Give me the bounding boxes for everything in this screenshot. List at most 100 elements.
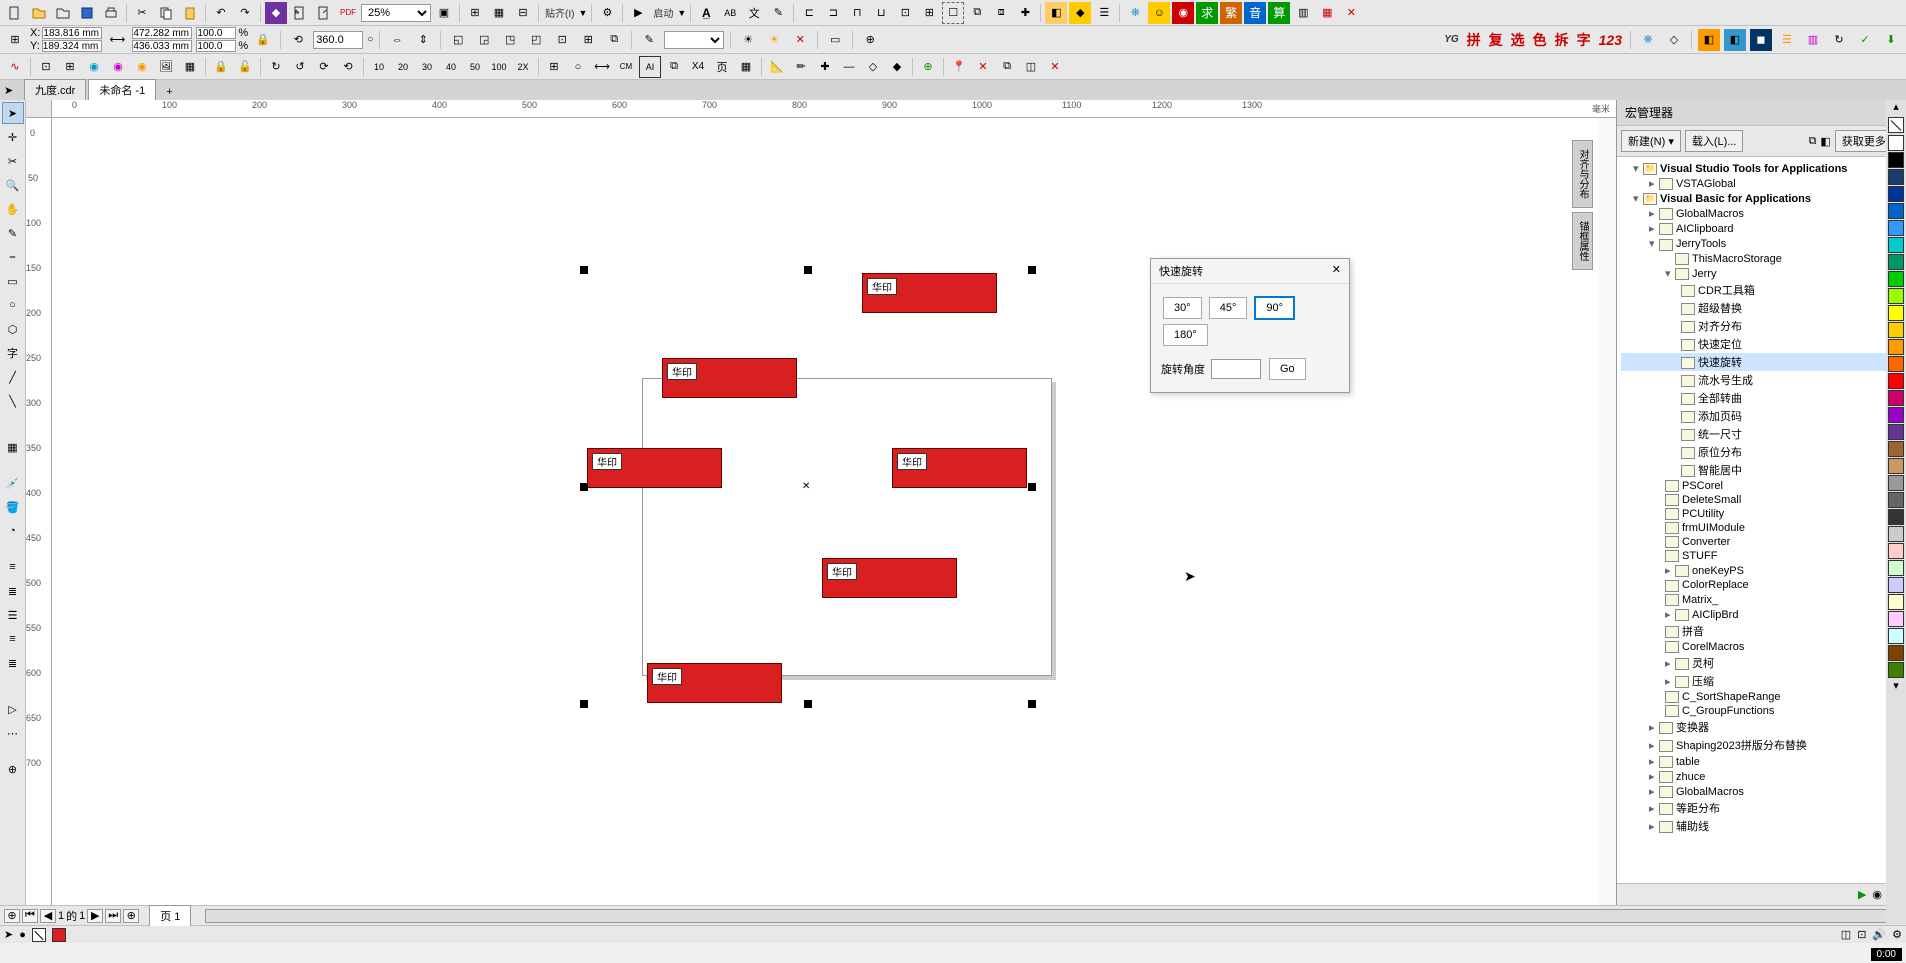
align3-icon[interactable]: ⊓ [846, 2, 868, 24]
ext-yin-icon[interactable]: 音 [1244, 2, 1266, 24]
ext-r7-icon[interactable]: ▥ [1802, 29, 1824, 51]
al3-tool-icon[interactable]: ☰ [2, 604, 24, 626]
color-swatch[interactable] [1888, 645, 1904, 661]
color-swatch[interactable] [1888, 203, 1904, 219]
order7-icon[interactable]: ⧉ [603, 29, 625, 51]
color-swatch[interactable] [1888, 424, 1904, 440]
tree-node-selected[interactable]: 快速旋转 [1621, 353, 1902, 371]
ext-r9-icon[interactable]: ✓ [1854, 29, 1876, 51]
bucket-tool-icon[interactable]: 🪣 [2, 496, 24, 518]
tree-node[interactable]: Converter [1621, 535, 1902, 549]
mirror-h-icon[interactable]: ⇔ [386, 29, 408, 51]
rot3-icon[interactable]: ⟳ [313, 56, 335, 78]
freehand-tool-icon[interactable]: ✎ [2, 222, 24, 244]
tree-node[interactable]: ▾📁Visual Basic for Applications [1621, 191, 1902, 206]
side-tab-1[interactable]: 对齐与分布 [1572, 140, 1593, 208]
color-swatch[interactable] [1888, 577, 1904, 593]
ext-r1-icon[interactable]: ❋ [1637, 29, 1659, 51]
tree-node[interactable]: 快速定位 [1621, 335, 1902, 353]
more-tool-icon[interactable]: ⋯ [2, 722, 24, 744]
lock-icon[interactable]: 🔒 [210, 56, 232, 78]
sel-handle-ml[interactable] [580, 483, 588, 491]
text-cn-icon[interactable]: 文 [743, 2, 765, 24]
status-r4-icon[interactable]: ⚙ [1892, 928, 1902, 941]
paste-icon[interactable] [179, 2, 201, 24]
al5-tool-icon[interactable]: ≣ [2, 652, 24, 674]
rotation-input[interactable] [313, 31, 363, 49]
status-r2-icon[interactable]: ⊡ [1857, 928, 1866, 941]
h-input[interactable] [132, 40, 192, 52]
sel-handle-tl[interactable] [580, 266, 588, 274]
m15-icon[interactable]: 页 [711, 56, 733, 78]
color-swatch[interactable] [1888, 288, 1904, 304]
tab-doc2[interactable]: 未命名 -1 [88, 79, 156, 100]
ext-qiu-icon[interactable]: 求 [1196, 2, 1218, 24]
num50-button[interactable]: 50 [464, 56, 486, 78]
object-5[interactable]: 华印 [822, 558, 957, 598]
page-add-icon[interactable]: ⊕ [4, 909, 20, 923]
tree-node[interactable]: CDR工具箱 [1621, 281, 1902, 299]
al4-tool-icon[interactable]: ≡ [2, 628, 24, 650]
ext-r6-icon[interactable]: ☰ [1776, 29, 1798, 51]
tree-node[interactable]: ▸辅助线 [1621, 817, 1902, 835]
app-icon[interactable]: ◆ [265, 2, 287, 24]
num10-button[interactable]: 10 [368, 56, 390, 78]
sel-handle-br[interactable] [1028, 700, 1036, 708]
dialog-close-icon[interactable]: ✕ [1332, 263, 1341, 279]
color-swatch[interactable] [1888, 458, 1904, 474]
tree-node[interactable]: ▾📁Visual Studio Tools for Applications [1621, 161, 1902, 176]
tree-node[interactable]: 原位分布 [1621, 443, 1902, 461]
rotate-30-button[interactable]: 30° [1163, 297, 1202, 319]
m13-icon[interactable]: ⧉ [663, 56, 685, 78]
load-macro-button[interactable]: 载入(L)... [1685, 130, 1744, 152]
eyedrop-tool-icon[interactable]: 💉 [2, 472, 24, 494]
color-swatch[interactable] [1888, 220, 1904, 236]
ext-r10-icon[interactable]: ⬇ [1880, 29, 1902, 51]
unlock-icon[interactable]: 🔓 [234, 56, 256, 78]
tree-node[interactable]: PSCorel [1621, 479, 1902, 493]
order5-icon[interactable]: ⊡ [551, 29, 573, 51]
m18-icon[interactable]: ✏ [790, 56, 812, 78]
align2-icon[interactable]: ⊐ [822, 2, 844, 24]
import-icon[interactable] [289, 2, 311, 24]
tree-node[interactable]: ThisMacroStorage [1621, 252, 1902, 266]
color-swatch[interactable] [1888, 305, 1904, 321]
canvas[interactable]: 华印 华印 华印 华印 华印 华印 ✕ ➤ 快速旋转 ✕ [52, 118, 1598, 905]
color-swatch[interactable] [1888, 356, 1904, 372]
color-swatch[interactable] [1888, 509, 1904, 525]
fu-label[interactable]: 复 [1487, 30, 1505, 50]
color-swatch[interactable] [1888, 407, 1904, 423]
tree-node[interactable]: ▸等距分布 [1621, 799, 1902, 817]
rotate-90-button[interactable]: 90° [1254, 296, 1295, 320]
pan-tool-icon[interactable]: ✋ [2, 198, 24, 220]
group-icon[interactable]: ⧉ [966, 2, 988, 24]
m6-icon[interactable]: 🖼 [155, 56, 177, 78]
m27-icon[interactable]: ◫ [1020, 56, 1042, 78]
angle-input[interactable] [1211, 359, 1261, 379]
sx-input[interactable] [196, 27, 236, 39]
page-next-icon[interactable]: ▶ [87, 909, 103, 923]
m10-icon[interactable]: ⟷ [591, 56, 613, 78]
tree-node[interactable]: ▸GlobalMacros [1621, 784, 1902, 799]
color-swatch[interactable] [1888, 339, 1904, 355]
m20-icon[interactable]: — [838, 56, 860, 78]
ellipse-tool-icon[interactable]: ○ [2, 294, 24, 316]
tree-node[interactable]: ▾Jerry [1621, 266, 1902, 281]
tree-node[interactable]: ▸压缩 [1621, 672, 1902, 690]
order1-icon[interactable]: ◱ [447, 29, 469, 51]
bezier-tool-icon[interactable]: ⎯ [2, 246, 24, 268]
go-button[interactable]: Go [1269, 358, 1306, 380]
color-swatch[interactable] [1888, 254, 1904, 270]
m5-icon[interactable]: ◉ [131, 56, 153, 78]
new-macro-button[interactable]: 新建(N) ▾ [1621, 130, 1681, 152]
tree-node[interactable]: ▸AIClipBrd [1621, 607, 1902, 622]
outline-tool-icon[interactable]: ◔ [2, 520, 24, 542]
tree-node[interactable]: 全部转曲 [1621, 389, 1902, 407]
m21-icon[interactable]: ◇ [862, 56, 884, 78]
guides-icon[interactable]: ⊟ [512, 2, 534, 24]
color-swatch[interactable] [1888, 543, 1904, 559]
sel-handle-tr[interactable] [1028, 266, 1036, 274]
ext-r2-icon[interactable]: ◇ [1663, 29, 1685, 51]
fill-color-swatch[interactable] [52, 928, 66, 942]
ruler-origin[interactable] [26, 100, 52, 118]
